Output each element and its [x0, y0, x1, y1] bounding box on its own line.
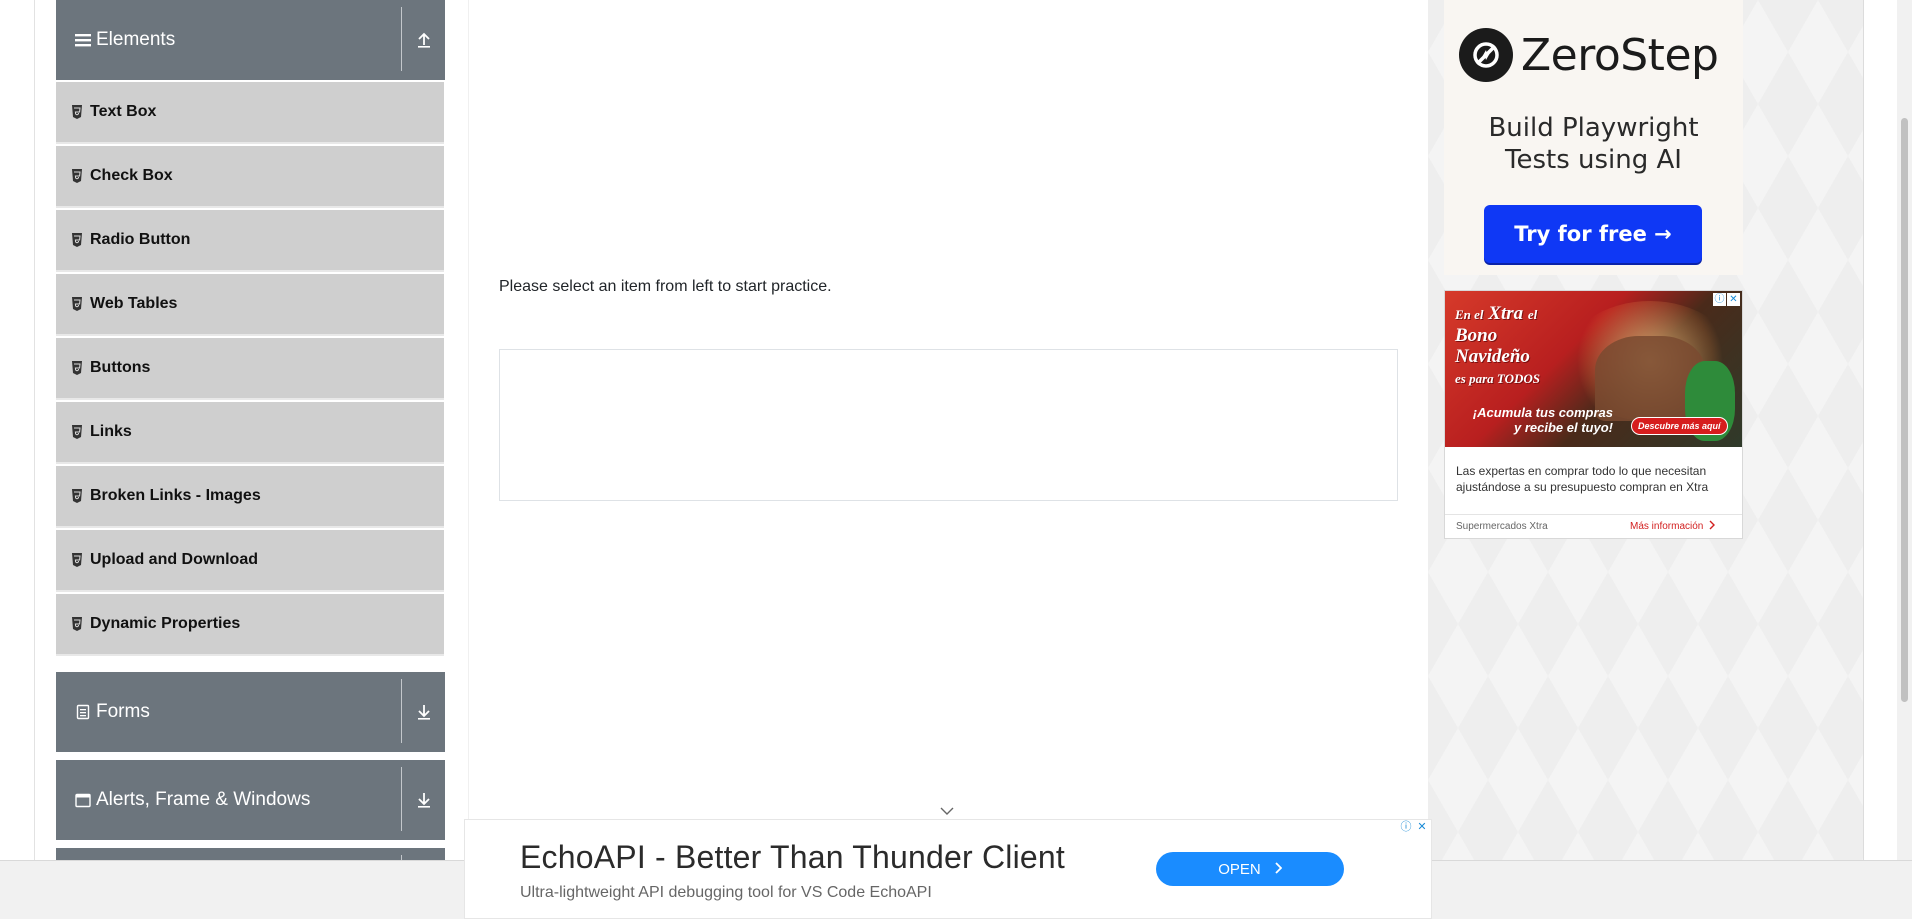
xtra-more-info-link[interactable]: Más información	[1630, 520, 1716, 533]
ad-info-icon[interactable]: ⓘ	[1713, 293, 1726, 306]
left-gutter-divider	[34, 0, 35, 860]
xtra-ad-image[interactable]: En el Xtra el Bono Navideño es para TODO…	[1445, 291, 1742, 447]
html5-icon	[71, 297, 85, 311]
xtra-title-el: el	[1527, 307, 1538, 322]
html5-icon	[71, 489, 85, 503]
open-button-label: OPEN	[1218, 860, 1261, 878]
menu-item-label: Dynamic Properties	[90, 615, 241, 632]
ad-choices: ⓘ ✕	[1713, 293, 1740, 306]
empty-content-panel	[499, 349, 1398, 501]
xtra-ad-divider	[1445, 514, 1742, 515]
xtra-title-brand: Xtra	[1488, 303, 1524, 324]
expand-down-icon[interactable]	[414, 700, 434, 724]
zerostep-headline-line-2: Tests using AI	[1505, 145, 1682, 175]
menu-item-text-box[interactable]: Text Box	[56, 82, 444, 144]
group-header-alerts[interactable]: Alerts, Frame & Windows	[56, 760, 445, 840]
xtra-ad-subtitle: ¡Acumula tus compras y recibe el tuyo!	[1453, 405, 1613, 435]
xtra-advertiser: Supermercados Xtra	[1456, 521, 1548, 532]
menu-item-label: Radio Button	[90, 231, 191, 248]
xtra-sub-line-1: ¡Acumula tus compras	[1472, 405, 1613, 420]
zerostep-brand: ZeroStep	[1521, 29, 1719, 81]
menu-item-label: Upload and Download	[90, 551, 258, 568]
expand-down-icon[interactable]	[414, 788, 434, 812]
html5-icon	[71, 233, 85, 247]
echoapi-ad-title[interactable]: EchoAPI - Better Than Thunder Client	[520, 839, 1065, 876]
menu-item-dynamic-properties[interactable]: Dynamic Properties	[56, 594, 444, 656]
open-button[interactable]: OPEN	[1156, 852, 1344, 886]
window-icon	[72, 793, 94, 808]
group-header-forms[interactable]: Forms	[56, 672, 445, 752]
collapse-ad-chevron-icon[interactable]	[937, 804, 957, 818]
chevron-right-icon	[1709, 520, 1716, 533]
group-header-label: Forms	[96, 701, 150, 722]
sidebar: Elements Text Box Check Box Radio Button…	[56, 0, 445, 860]
menu-item-upload-and-download[interactable]: Upload and Download	[56, 530, 444, 592]
html5-icon	[71, 169, 85, 183]
group-header-divider	[401, 7, 402, 71]
group-header-elements[interactable]: Elements	[56, 0, 445, 80]
menu-item-label: Broken Links - Images	[90, 487, 261, 504]
xtra-ad[interactable]: En el Xtra el Bono Navideño es para TODO…	[1444, 290, 1743, 539]
collapse-up-icon[interactable]	[414, 28, 434, 52]
scrollbar-thumb[interactable]	[1901, 118, 1908, 702]
echoapi-ad[interactable]: EchoAPI - Better Than Thunder Client Ult…	[464, 819, 1432, 919]
ad-choices: ⓘ ✕	[1399, 820, 1429, 834]
main-left-border	[468, 0, 469, 860]
menu-item-label: Web Tables	[90, 295, 178, 312]
menu-item-links[interactable]: Links	[56, 402, 444, 464]
page: Elements Text Box Check Box Radio Button…	[0, 0, 1912, 919]
zerostep-headline: Build Playwright Tests using AI	[1444, 112, 1743, 176]
try-for-free-button[interactable]: Try for free →	[1484, 205, 1702, 263]
page-scrollbar[interactable]	[1897, 0, 1912, 860]
xtra-title-navideno: Navideño	[1455, 346, 1530, 367]
group-header-next[interactable]	[56, 848, 445, 860]
menu-item-broken-links-images[interactable]: Broken Links - Images	[56, 466, 444, 528]
xtra-title-en: En el	[1455, 307, 1484, 322]
xtra-title-todos: es para TODOS	[1455, 371, 1540, 386]
menu-item-label: Check Box	[90, 167, 173, 184]
html5-icon	[71, 425, 85, 439]
menu-item-label: Buttons	[90, 359, 151, 376]
menu-item-check-box[interactable]: Check Box	[56, 146, 444, 208]
form-icon	[72, 704, 94, 720]
menu-item-label: Text Box	[90, 103, 157, 120]
xtra-sub-line-2: y recibe el tuyo!	[1514, 420, 1613, 435]
group-header-divider	[401, 679, 402, 743]
zerostep-logo: ZeroStep	[1459, 28, 1719, 82]
ad-info-icon[interactable]: ⓘ	[1399, 820, 1413, 834]
group-header-label: Elements	[96, 29, 176, 50]
html5-icon	[71, 105, 85, 119]
zerostep-ad[interactable]: ZeroStep Build Playwright Tests using AI…	[1444, 0, 1743, 275]
menu-item-radio-button[interactable]: Radio Button	[56, 210, 444, 272]
group-header-label: Alerts, Frame & Windows	[96, 789, 311, 810]
html5-icon	[71, 617, 85, 631]
xtra-discover-badge[interactable]: Descubre más aquí	[1631, 417, 1728, 435]
menu-item-buttons[interactable]: Buttons	[56, 338, 444, 400]
xtra-title-bono: Bono	[1455, 325, 1498, 346]
ad-close-icon[interactable]: ✕	[1415, 820, 1429, 834]
instruction-text: Please select an item from left to start…	[499, 278, 832, 295]
right-column-border	[1863, 0, 1864, 860]
chevron-right-icon	[1275, 861, 1283, 878]
elements-menu-list: Text Box Check Box Radio Button Web Tabl…	[56, 82, 445, 658]
zerostep-headline-line-1: Build Playwright	[1488, 113, 1699, 143]
hamburger-icon	[72, 32, 94, 48]
ad-close-icon[interactable]: ✕	[1727, 293, 1740, 306]
menu-item-web-tables[interactable]: Web Tables	[56, 274, 444, 336]
xtra-ad-body: Las expertas en comprar todo lo que nece…	[1456, 464, 1709, 494]
echoapi-ad-subtitle: Ultra-lightweight API debugging tool for…	[520, 884, 932, 901]
html5-icon	[71, 361, 85, 375]
zerostep-logo-icon	[1459, 28, 1513, 82]
menu-item-label: Links	[90, 423, 132, 440]
xtra-more-info-label: Más información	[1630, 521, 1704, 532]
xtra-ad-title: En el Xtra el Bono Navideño es para TODO…	[1455, 303, 1595, 389]
html5-icon	[71, 553, 85, 567]
group-header-divider	[401, 767, 402, 831]
